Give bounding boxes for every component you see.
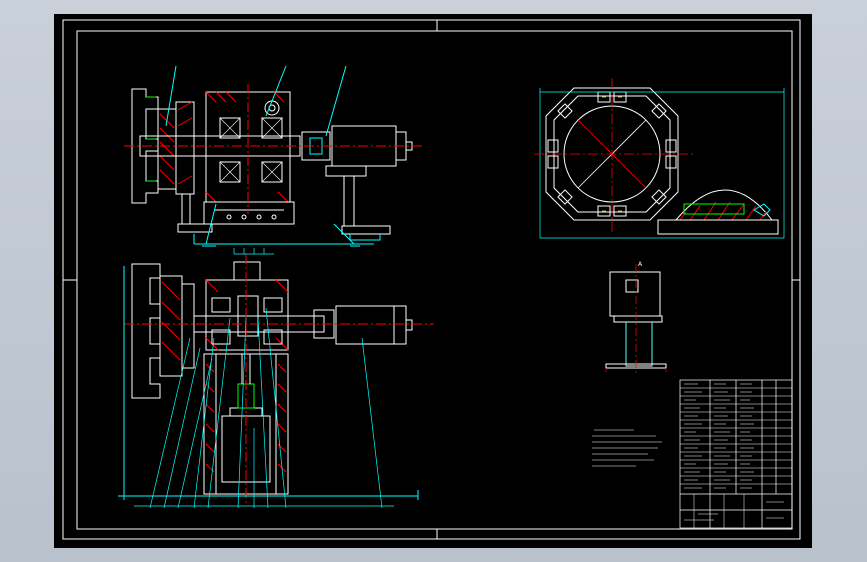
mechanical-assembly-drawing: A	[62, 19, 801, 540]
octagon-index-view	[534, 78, 785, 239]
bottom-left-view	[118, 248, 434, 509]
technical-notes	[592, 429, 662, 467]
outer-sheet-border	[62, 19, 801, 540]
inner-drawing-border	[76, 30, 793, 530]
title-block	[679, 379, 793, 529]
side-elevation-view	[605, 264, 667, 374]
section-label-top: A	[638, 261, 643, 268]
top-left-view	[124, 65, 424, 247]
cad-viewport[interactable]: A	[54, 14, 812, 548]
